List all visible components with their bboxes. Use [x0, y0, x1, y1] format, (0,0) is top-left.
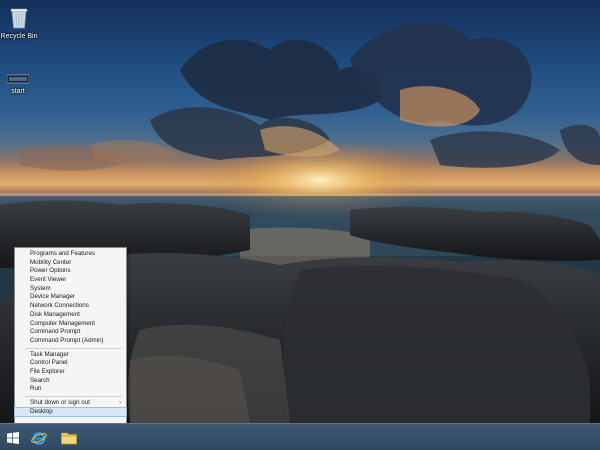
- menu-item-power-options[interactable]: Power Options: [15, 267, 126, 276]
- menu-item-network-connections[interactable]: Network Connections: [15, 302, 126, 311]
- menu-item-task-manager[interactable]: Task Manager: [15, 351, 126, 360]
- chevron-right-icon: ›: [119, 400, 121, 406]
- menu-item-file-explorer[interactable]: File Explorer: [15, 368, 126, 377]
- menu-separator: [25, 396, 122, 397]
- menu-item-mobility-center[interactable]: Mobility Center: [15, 259, 126, 268]
- recycle-bin-icon: [10, 8, 28, 29]
- menu-item-desktop[interactable]: Desktop: [14, 406, 127, 418]
- taskbar: [0, 423, 600, 450]
- taskbar-internet-explorer-button[interactable]: [28, 426, 50, 449]
- file-explorer-folder-icon: [61, 432, 77, 444]
- desktop-icon-recycle-bin[interactable]: Recycle Bin: [0, 7, 39, 41]
- menu-item-command-prompt[interactable]: Command Prompt: [15, 328, 126, 337]
- menu-item-run[interactable]: Run: [15, 385, 126, 394]
- menu-item-label: Shut down or sign out: [30, 399, 90, 406]
- menu-item-event-viewer[interactable]: Event Viewer: [15, 276, 126, 285]
- menu-item-command-prompt-admin[interactable]: Command Prompt (Admin): [15, 337, 126, 346]
- shortcut-icon: [6, 74, 30, 84]
- menu-item-disk-management[interactable]: Disk Management: [15, 311, 126, 320]
- taskbar-file-explorer-button[interactable]: [58, 426, 80, 449]
- menu-item-system[interactable]: System: [15, 285, 126, 294]
- menu-item-programs-and-features[interactable]: Programs and Features: [15, 250, 126, 259]
- menu-item-device-manager[interactable]: Device Manager: [15, 293, 126, 302]
- desktop-icon-label: Recycle Bin: [0, 33, 38, 40]
- desktop-icon-label: start: [11, 88, 25, 95]
- menu-item-computer-management[interactable]: Computer Management: [15, 320, 126, 329]
- desktop-icon-start[interactable]: start: [0, 74, 38, 96]
- start-button[interactable]: [4, 426, 22, 449]
- menu-item-control-panel[interactable]: Control Panel: [15, 359, 126, 368]
- menu-item-search[interactable]: Search: [15, 377, 126, 386]
- power-user-context-menu: Programs and Features Mobility Center Po…: [14, 247, 127, 430]
- menu-item-shut-down-or-sign-out[interactable]: Shut down or sign out ›: [15, 399, 126, 408]
- windows-start-icon: [7, 431, 19, 444]
- internet-explorer-icon: [31, 431, 47, 445]
- menu-separator: [25, 347, 122, 349]
